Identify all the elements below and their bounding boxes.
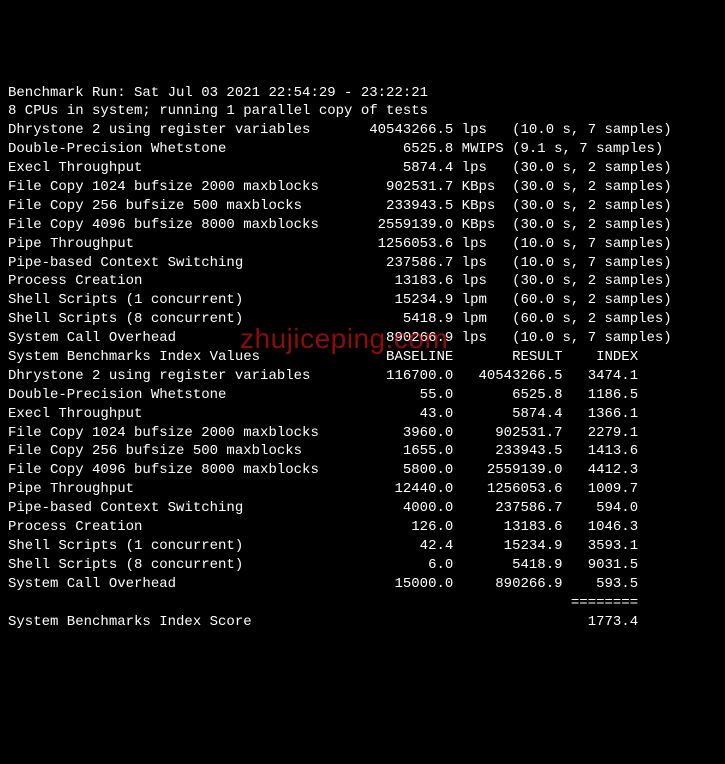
terminal-output: Benchmark Run: Sat Jul 03 2021 22:54:29 …: [8, 84, 717, 632]
output-line: Double-Precision Whetstone 55.0 6525.8 1…: [8, 386, 717, 405]
output-line: System Call Overhead 890266.9 lps (10.0 …: [8, 329, 717, 348]
output-line: ========: [8, 594, 717, 613]
output-line: File Copy 4096 bufsize 8000 maxblocks 58…: [8, 461, 717, 480]
output-line: Pipe-based Context Switching 4000.0 2375…: [8, 499, 717, 518]
output-line: File Copy 256 bufsize 500 maxblocks 2339…: [8, 197, 717, 216]
output-line: Dhrystone 2 using register variables 405…: [8, 121, 717, 140]
output-line: Execl Throughput 43.0 5874.4 1366.1: [8, 405, 717, 424]
output-line: Shell Scripts (8 concurrent) 6.0 5418.9 …: [8, 556, 717, 575]
output-line: System Benchmarks Index Score 1773.4: [8, 613, 717, 632]
output-line: File Copy 4096 bufsize 8000 maxblocks 25…: [8, 216, 717, 235]
output-line: System Call Overhead 15000.0 890266.9 59…: [8, 575, 717, 594]
output-line: Pipe Throughput 12440.0 1256053.6 1009.7: [8, 480, 717, 499]
output-line: 8 CPUs in system; running 1 parallel cop…: [8, 102, 717, 121]
output-line: Pipe Throughput 1256053.6 lps (10.0 s, 7…: [8, 235, 717, 254]
output-line: File Copy 1024 bufsize 2000 maxblocks 39…: [8, 424, 717, 443]
output-line: Shell Scripts (1 concurrent) 15234.9 lpm…: [8, 291, 717, 310]
output-line: File Copy 256 bufsize 500 maxblocks 1655…: [8, 442, 717, 461]
output-line: File Copy 1024 bufsize 2000 maxblocks 90…: [8, 178, 717, 197]
output-line: Shell Scripts (8 concurrent) 5418.9 lpm …: [8, 310, 717, 329]
output-line: Benchmark Run: Sat Jul 03 2021 22:54:29 …: [8, 84, 717, 103]
output-line: Dhrystone 2 using register variables 116…: [8, 367, 717, 386]
output-line: Double-Precision Whetstone 6525.8 MWIPS …: [8, 140, 717, 159]
output-line: System Benchmarks Index Values BASELINE …: [8, 348, 717, 367]
output-line: Process Creation 126.0 13183.6 1046.3: [8, 518, 717, 537]
output-line: Pipe-based Context Switching 237586.7 lp…: [8, 254, 717, 273]
output-line: Shell Scripts (1 concurrent) 42.4 15234.…: [8, 537, 717, 556]
output-line: Execl Throughput 5874.4 lps (30.0 s, 2 s…: [8, 159, 717, 178]
output-line: Process Creation 13183.6 lps (30.0 s, 2 …: [8, 272, 717, 291]
